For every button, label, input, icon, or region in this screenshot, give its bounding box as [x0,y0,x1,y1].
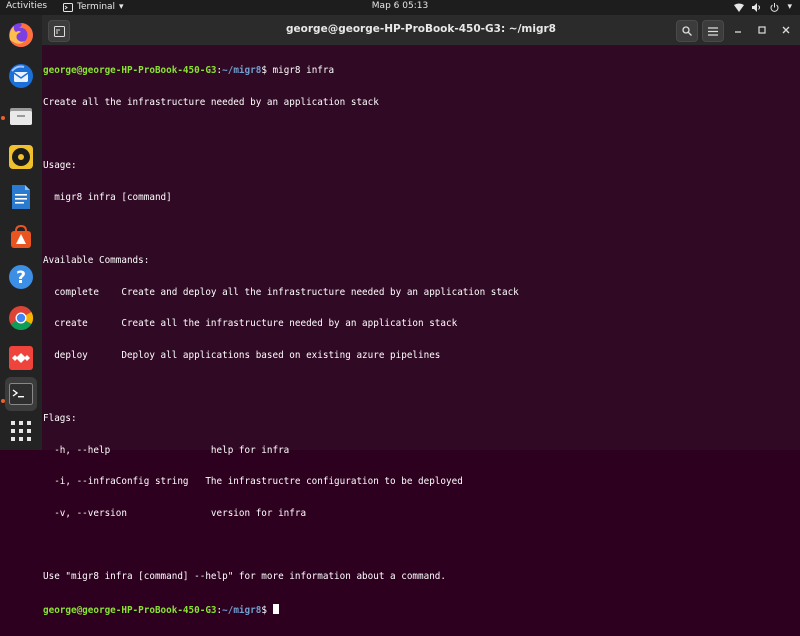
dock-show-applications[interactable] [5,415,37,447]
maximize-icon [758,26,766,34]
prompt-user: george@george-HP-ProBook-450-G3 [43,65,217,77]
minimize-button[interactable] [730,20,746,40]
dock-files[interactable] [5,100,37,132]
dock-firefox[interactable] [5,19,37,51]
top-bar: Activities Terminal ▾ Мар 6 05:13 ▾ [0,0,800,15]
output-line: complete Create and deploy all the infra… [43,286,519,298]
prompt-line: george@george-HP-ProBook-450-G3:~/migr8$… [43,65,519,77]
hamburger-menu-icon [708,26,718,36]
command-text: migr8 infra [272,65,335,77]
dock-terminal[interactable] [5,377,37,411]
thunderbird-icon [9,64,33,88]
prompt-path: ~/migr8 [222,604,262,616]
close-icon [782,26,790,34]
output-line: -v, --version version for infra [43,508,307,520]
output-line: -h, --help help for infra [43,444,290,456]
output-line: Use "migr8 infra [command] --help" for m… [43,571,446,583]
writer-icon [12,185,30,209]
search-button[interactable] [676,20,698,42]
dock: ? [0,15,43,450]
anydesk-icon [9,346,33,370]
dock-anydesk[interactable] [5,342,37,374]
output-line: Create all the infrastructure needed by … [43,96,379,108]
menu-button[interactable] [702,20,724,42]
output-line: Flags: [43,413,77,425]
search-icon [682,26,692,36]
maximize-button[interactable] [754,20,770,40]
output-line: Available Commands: [43,254,150,266]
svg-text:?: ? [16,268,26,288]
chevron-down-icon: ▾ [787,2,792,12]
terminal-output[interactable]: george@george-HP-ProBook-450-G3:~/migr8$… [42,45,519,636]
apps-grid-icon [11,421,31,441]
power-icon [770,2,779,12]
prompt-char: $ [261,604,273,616]
help-icon: ? [9,265,33,289]
chrome-icon [9,306,34,331]
output-line: create Create all the infrastructure nee… [43,318,458,330]
minimize-icon [735,31,741,33]
title-bar[interactable]: george@george-HP-ProBook-450-G3: ~/migr8 [42,15,800,46]
terminal-icon [9,383,33,405]
dock-software[interactable] [5,221,37,253]
volume-icon [752,2,761,12]
prompt-user: george@george-HP-ProBook-450-G3 [43,604,217,616]
output-line: -i, --infraConfig string The infrastruct… [43,476,463,488]
dock-chrome[interactable] [5,302,37,334]
files-icon [10,108,32,125]
rhythmbox-icon [9,145,33,169]
close-button[interactable] [778,20,794,40]
output-line: migr8 infra [command] [43,191,172,203]
firefox-icon [9,23,33,47]
output-line: Usage: [43,160,77,172]
system-tray[interactable]: ▾ [734,1,792,13]
prompt-char: $ [261,65,273,77]
prompt-path: ~/migr8 [222,65,262,77]
dock-help[interactable]: ? [5,261,37,293]
output-line: deploy Deploy all applications based on … [43,349,441,361]
dock-thunderbird[interactable] [5,60,37,92]
text-cursor [272,603,279,614]
dock-rhythmbox[interactable] [5,141,37,173]
clock[interactable]: Мар 6 05:13 [0,1,800,11]
dock-writer[interactable] [5,181,37,213]
network-icon [734,3,745,12]
software-icon [11,224,31,248]
prompt-line: george@george-HP-ProBook-450-G3:~/migr8$ [43,603,519,616]
terminal-window: george@george-HP-ProBook-450-G3: ~/migr8… [42,15,800,616]
